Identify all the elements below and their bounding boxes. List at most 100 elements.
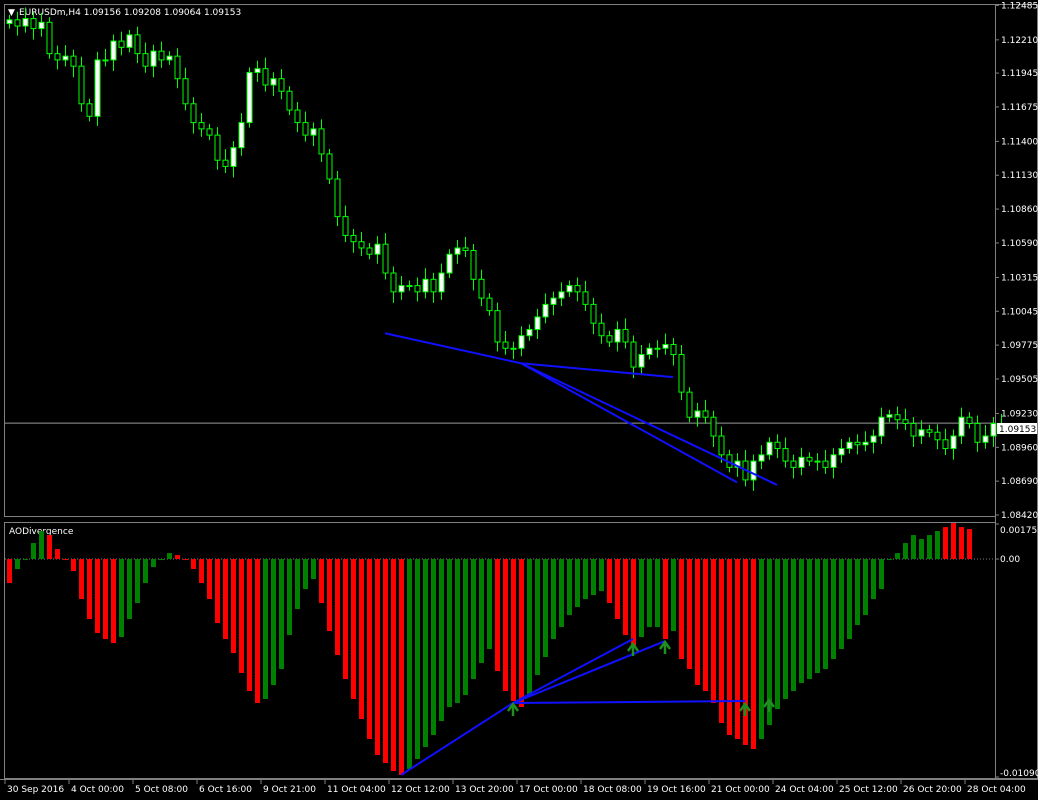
- ao-bar: [447, 559, 452, 708]
- ao-bar: [863, 559, 868, 616]
- ao-bar: [295, 559, 300, 610]
- candle-body: [486, 297, 493, 312]
- candle-body: [518, 335, 525, 349]
- ao-bar: [959, 527, 964, 560]
- candle-body: [470, 249, 477, 280]
- price-tick-label: 1.12485: [1001, 1, 1038, 11]
- candle-body: [134, 34, 141, 55]
- candle-body: [14, 19, 21, 27]
- candle-body: [918, 429, 925, 437]
- candle-body: [694, 410, 701, 418]
- ao-bar: [535, 559, 540, 676]
- candle-body: [398, 285, 405, 293]
- ao-bar: [807, 559, 812, 680]
- candle-body: [894, 414, 901, 421]
- candle-body: [150, 50, 157, 67]
- candle-body: [966, 416, 973, 424]
- ao-bar: [783, 559, 788, 700]
- ao-bar: [111, 559, 116, 644]
- ao-bar: [135, 559, 140, 604]
- candle-body: [798, 456, 805, 468]
- candle-body: [86, 103, 93, 117]
- price-tick-label: 1.10045: [1001, 307, 1038, 317]
- ao-bar: [343, 559, 348, 680]
- ao-bar: [655, 559, 660, 628]
- candle-body: [766, 441, 773, 456]
- candle-body: [358, 241, 365, 249]
- ao-bar: [15, 559, 20, 570]
- candle-body: [382, 243, 389, 274]
- ao-bar: [871, 559, 876, 600]
- candle-body: [318, 128, 325, 155]
- candle-body: [574, 285, 581, 293]
- candle-body: [534, 316, 541, 330]
- ao-bar: [559, 559, 564, 628]
- candle-body: [190, 103, 197, 124]
- time-tick-label: 26 Oct 20:00: [903, 785, 962, 795]
- ao-bar: [631, 559, 636, 648]
- ao-bar: [47, 535, 52, 560]
- candle-body: [902, 419, 909, 424]
- ao-bar: [855, 559, 860, 626]
- up-arrow-icon: [738, 701, 752, 717]
- time-tick-label: 21 Oct 00:00: [711, 785, 770, 795]
- ao-bar: [671, 559, 676, 632]
- ao-bar: [503, 559, 508, 692]
- ao-bar: [263, 559, 268, 700]
- candle-body: [846, 441, 853, 450]
- ao-bar: [727, 559, 732, 736]
- ao-tick-label: 0.00: [1000, 555, 1020, 565]
- candle-body: [510, 347, 517, 350]
- candle-body: [326, 153, 333, 180]
- candle-body: [262, 68, 269, 86]
- candle-body: [878, 416, 885, 437]
- time-tick-label: 30 Sep 2016: [7, 785, 64, 795]
- candle-body: [494, 310, 501, 343]
- ao-bar: [711, 559, 716, 704]
- ao-bar: [223, 559, 228, 640]
- candle-body: [566, 285, 573, 293]
- candle-body: [950, 435, 957, 450]
- candle-body: [646, 347, 653, 356]
- ao-bar: [207, 559, 212, 600]
- ao-bar: [687, 559, 692, 670]
- time-tick-label: 9 Oct 21:00: [263, 785, 316, 795]
- candle-body: [550, 297, 557, 305]
- candle-body: [310, 128, 317, 136]
- ao-bar: [39, 531, 44, 560]
- ao-bar: [431, 559, 436, 736]
- ao-bar: [599, 559, 604, 592]
- candle-body: [670, 343, 677, 356]
- ao-bar: [943, 527, 948, 560]
- candle-body: [854, 441, 861, 446]
- candle-body: [158, 50, 165, 61]
- price-tick-label: 1.11130: [1001, 171, 1038, 181]
- ao-bar: [831, 559, 836, 660]
- chart-root: ▼ EURUSDm,H4 1.09156 1.09208 1.09064 1.0…: [0, 0, 1038, 800]
- ao-bar: [127, 559, 132, 620]
- candle-body: [38, 21, 45, 30]
- candle-body: [302, 122, 309, 136]
- candle-body: [438, 272, 445, 293]
- candle-body: [462, 247, 469, 251]
- candle-body: [270, 78, 277, 86]
- candle-body: [662, 343, 669, 349]
- candle-body: [886, 414, 893, 418]
- ao-bar: [415, 559, 420, 760]
- ao-bar: [887, 559, 892, 561]
- candle-body: [238, 122, 245, 149]
- candle-body: [686, 391, 693, 418]
- ao-bar: [63, 559, 68, 561]
- candle-body: [278, 78, 285, 92]
- candle-body: [414, 285, 421, 293]
- ao-bar: [183, 559, 188, 561]
- ao-bar: [615, 559, 620, 620]
- ao-bar: [367, 559, 372, 740]
- candle-body: [30, 18, 37, 30]
- chart-canvas[interactable]: ▼ EURUSDm,H4 1.09156 1.09208 1.09064 1.0…: [0, 0, 1038, 800]
- ao-bar: [815, 559, 820, 674]
- ao-bar: [895, 553, 900, 560]
- candle-body: [934, 431, 941, 441]
- ao-bar: [791, 559, 796, 692]
- ao-bar: [591, 559, 596, 596]
